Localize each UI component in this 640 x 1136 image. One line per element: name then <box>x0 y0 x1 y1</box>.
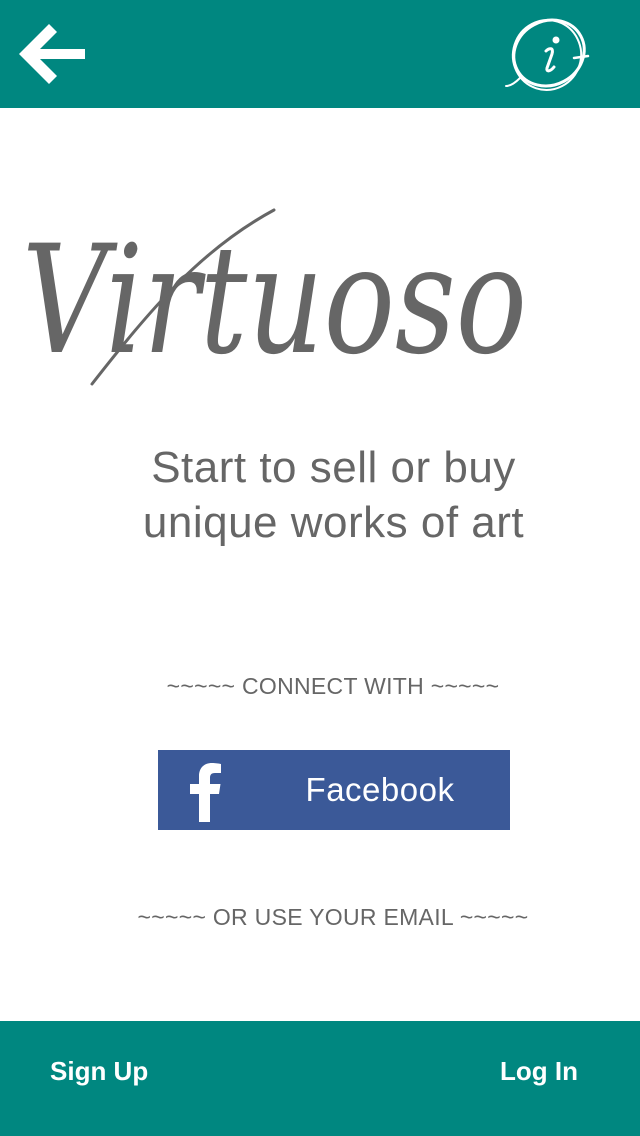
info-button[interactable] <box>502 8 594 98</box>
tagline: Start to sell or buy unique works of art <box>80 440 587 550</box>
tagline-line-1: Start to sell or buy <box>151 443 516 492</box>
app-logo: Virtuoso <box>22 208 527 388</box>
connect-with-divider: ~~~~~ CONNECT WITH ~~~~~ <box>166 673 500 699</box>
facebook-login-button[interactable]: Facebook <box>158 750 510 830</box>
arrow-left-icon <box>19 24 85 84</box>
logo-text: Virtuoso <box>22 214 527 388</box>
email-divider: ~~~~~ OR USE YOUR EMAIL ~~~~~ <box>137 904 529 930</box>
back-button[interactable] <box>10 14 92 94</box>
log-in-button[interactable]: Log In <box>500 1052 578 1091</box>
info-icon <box>505 18 590 91</box>
facebook-button-label: Facebook <box>305 771 455 808</box>
facebook-icon <box>190 763 221 822</box>
tagline-line-2: unique works of art <box>142 498 525 547</box>
sign-up-button[interactable]: Sign Up <box>50 1052 148 1091</box>
